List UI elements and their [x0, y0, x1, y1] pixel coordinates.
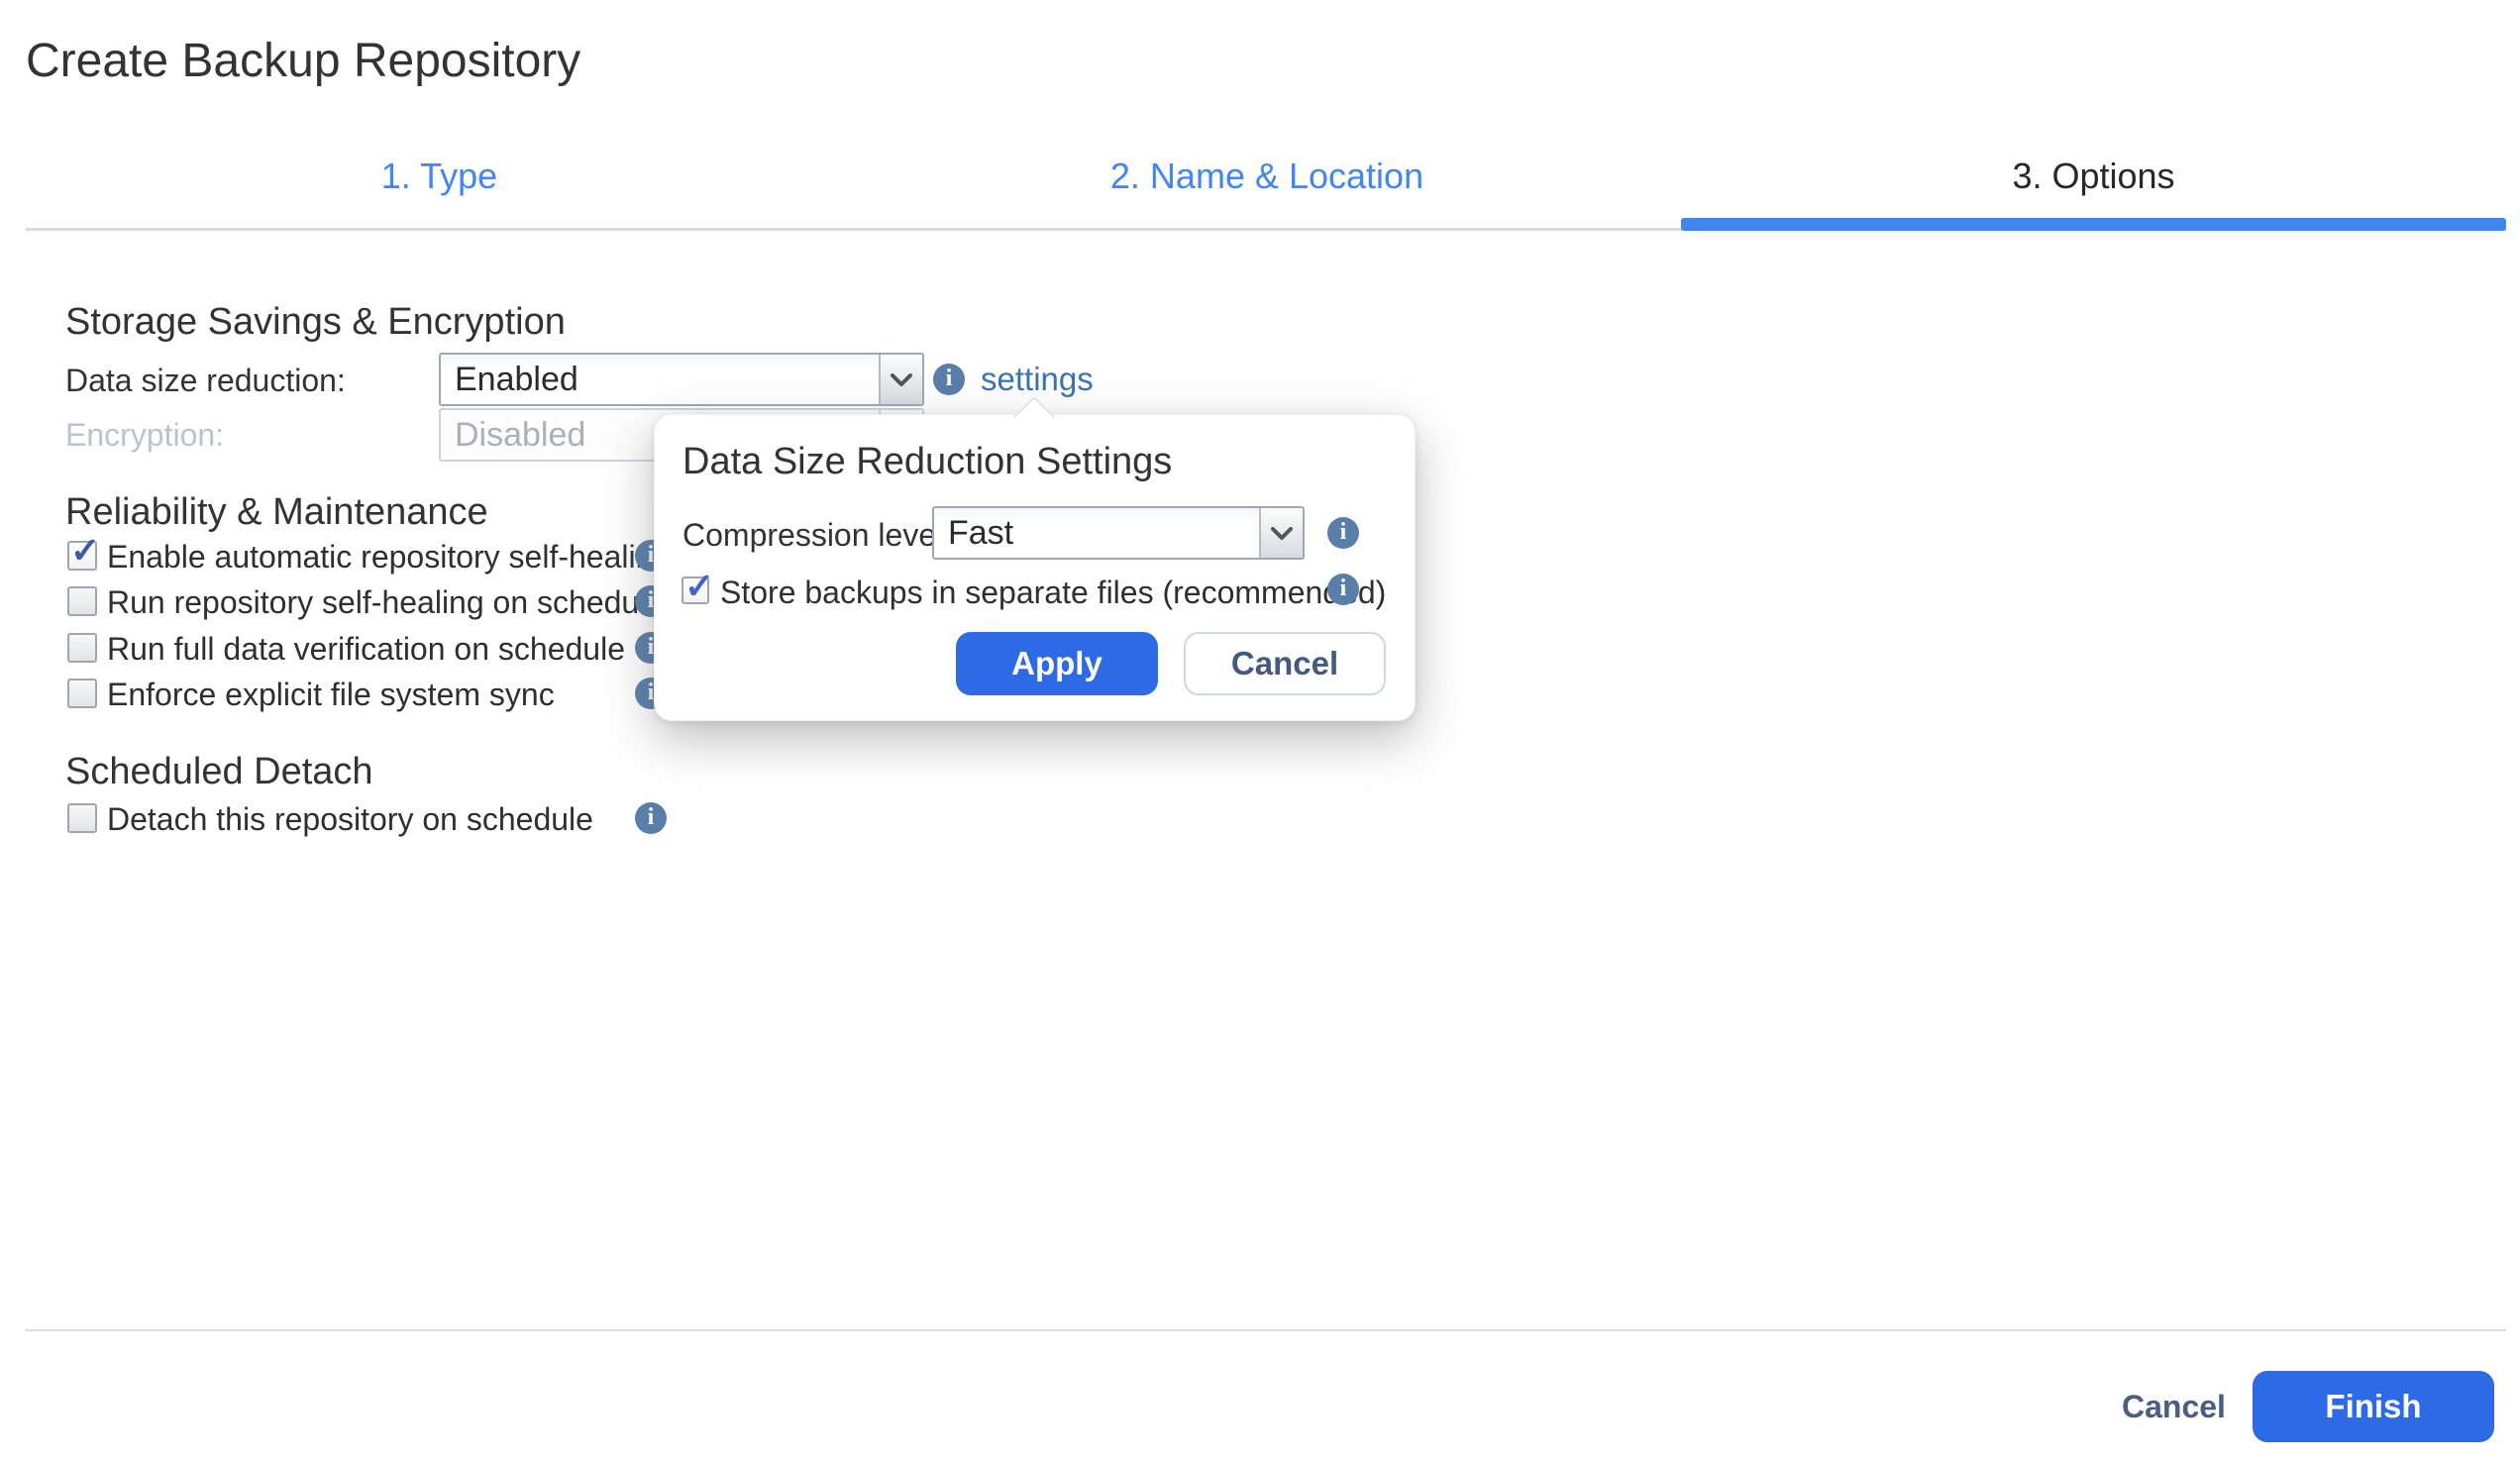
data-size-reduction-select[interactable]: Enabled — [439, 353, 924, 406]
finish-button[interactable]: Finish — [2253, 1371, 2494, 1442]
checkbox-label: Store backups in separate files (recomme… — [720, 575, 1386, 611]
tab-type[interactable]: 1. Type — [26, 155, 853, 198]
checkbox-auto-self-healing[interactable]: ✓ — [67, 541, 97, 571]
create-backup-repository-wizard: Create Backup Repository 1. Type 2. Name… — [0, 0, 2520, 1466]
tab-name-location[interactable]: 2. Name & Location — [853, 155, 1681, 198]
section-heading-detach: Scheduled Detach — [65, 751, 373, 793]
checkbox-data-verification-schedule[interactable] — [67, 633, 97, 663]
checkbox-label: Enable automatic repository self-healing — [107, 539, 671, 576]
info-icon[interactable]: i — [1327, 574, 1359, 605]
footer-divider — [26, 1329, 2506, 1331]
popup-title: Data Size Reduction Settings — [682, 441, 1172, 483]
check-icon: ✓ — [70, 533, 100, 569]
settings-link[interactable]: settings — [981, 361, 1094, 398]
checkbox-label: Run repository self-healing on schedule — [107, 584, 664, 621]
encryption-value: Disabled — [455, 410, 585, 460]
data-size-reduction-label: Data size reduction: — [65, 363, 346, 399]
checkbox-label: Run full data verification on schedule — [107, 631, 625, 668]
info-icon[interactable]: i — [635, 802, 667, 834]
section-heading-storage: Storage Savings & Encryption — [65, 301, 566, 344]
popup-cancel-button[interactable]: Cancel — [1184, 632, 1386, 695]
compression-level-select[interactable]: Fast — [932, 506, 1305, 560]
info-icon[interactable]: i — [1327, 517, 1359, 549]
checkbox-label: Detach this repository on schedule — [107, 801, 593, 838]
chevron-down-icon — [1259, 508, 1303, 558]
cancel-button[interactable]: Cancel — [2122, 1389, 2226, 1425]
compression-level-label: Compression level: — [682, 517, 952, 554]
encryption-label: Encryption: — [65, 417, 224, 454]
page-title: Create Backup Repository — [26, 34, 580, 88]
checkbox-explicit-fs-sync[interactable] — [67, 679, 97, 708]
apply-button[interactable]: Apply — [956, 632, 1158, 695]
checkbox-label: Enforce explicit file system sync — [107, 677, 555, 713]
section-heading-reliability: Reliability & Maintenance — [65, 491, 488, 534]
chevron-down-icon — [879, 355, 922, 404]
checkbox-self-healing-schedule[interactable] — [67, 586, 97, 616]
tab-options[interactable]: 3. Options — [1681, 155, 2506, 198]
popup-caret-icon — [1013, 396, 1055, 438]
check-icon: ✓ — [684, 569, 714, 604]
info-icon[interactable]: i — [933, 364, 965, 395]
checkbox-separate-files[interactable]: ✓ — [682, 576, 709, 604]
active-tab-indicator — [1681, 218, 2506, 231]
checkbox-detach-on-schedule[interactable] — [67, 803, 97, 833]
data-size-reduction-value: Enabled — [455, 355, 578, 404]
data-size-reduction-settings-popup: Data Size Reduction Settings Compression… — [654, 414, 1416, 721]
compression-level-value: Fast — [948, 508, 1013, 558]
